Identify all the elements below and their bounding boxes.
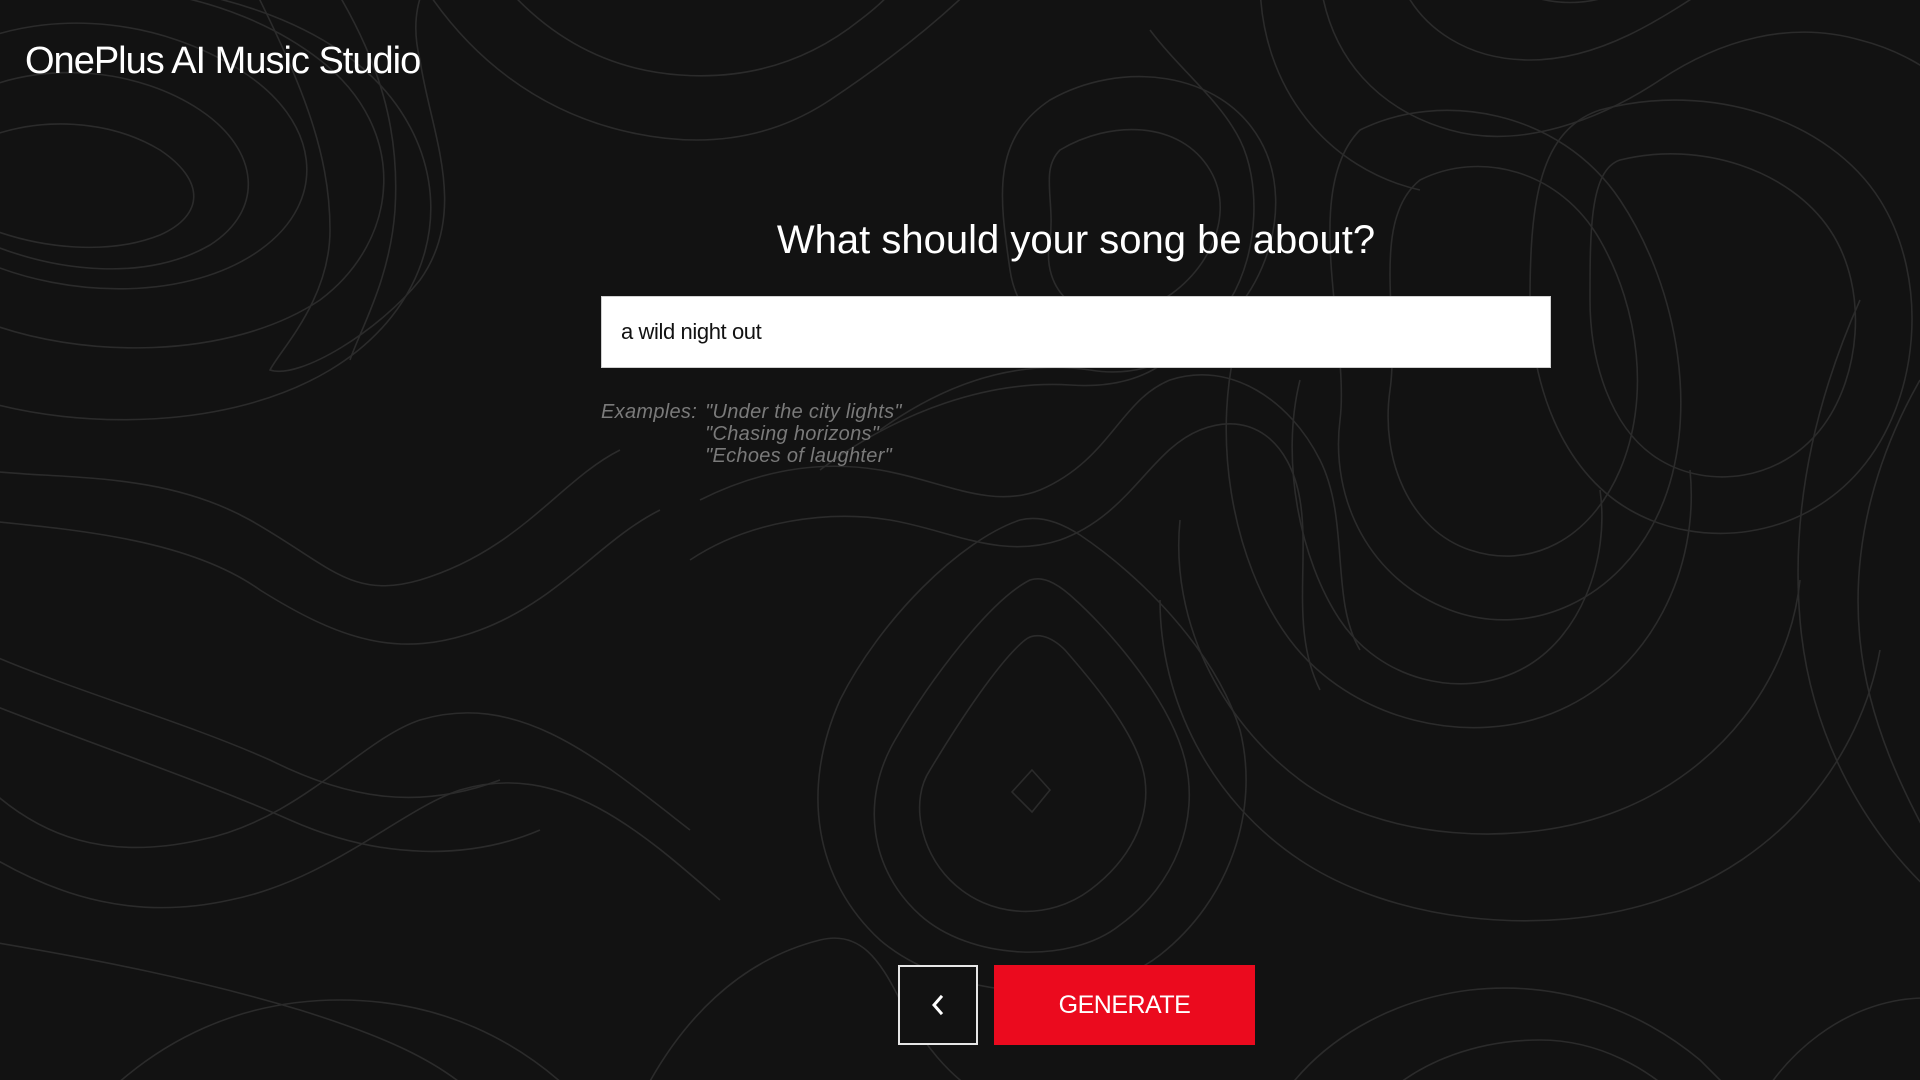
example-item: "Echoes of laughter"	[705, 445, 893, 467]
generate-button[interactable]: GENERATE	[994, 965, 1255, 1045]
back-button[interactable]	[898, 965, 978, 1045]
topographic-background	[0, 0, 1920, 1080]
example-item: "Under the city lights"	[705, 401, 902, 423]
chevron-left-icon	[932, 994, 944, 1016]
examples-block: Examples: "Under the city lights" "Chasi…	[601, 401, 902, 467]
examples-label: Examples:	[601, 401, 698, 423]
examples-list: "Under the city lights" "Chasing horizon…	[705, 401, 902, 467]
song-topic-input[interactable]	[601, 296, 1551, 368]
page: OnePlus AI Music Studio What should your…	[0, 0, 1920, 1080]
prompt-question: What should your song be about?	[776, 218, 1376, 262]
example-item: "Chasing horizons"	[705, 423, 880, 445]
app-title: OnePlus AI Music Studio	[25, 40, 421, 82]
